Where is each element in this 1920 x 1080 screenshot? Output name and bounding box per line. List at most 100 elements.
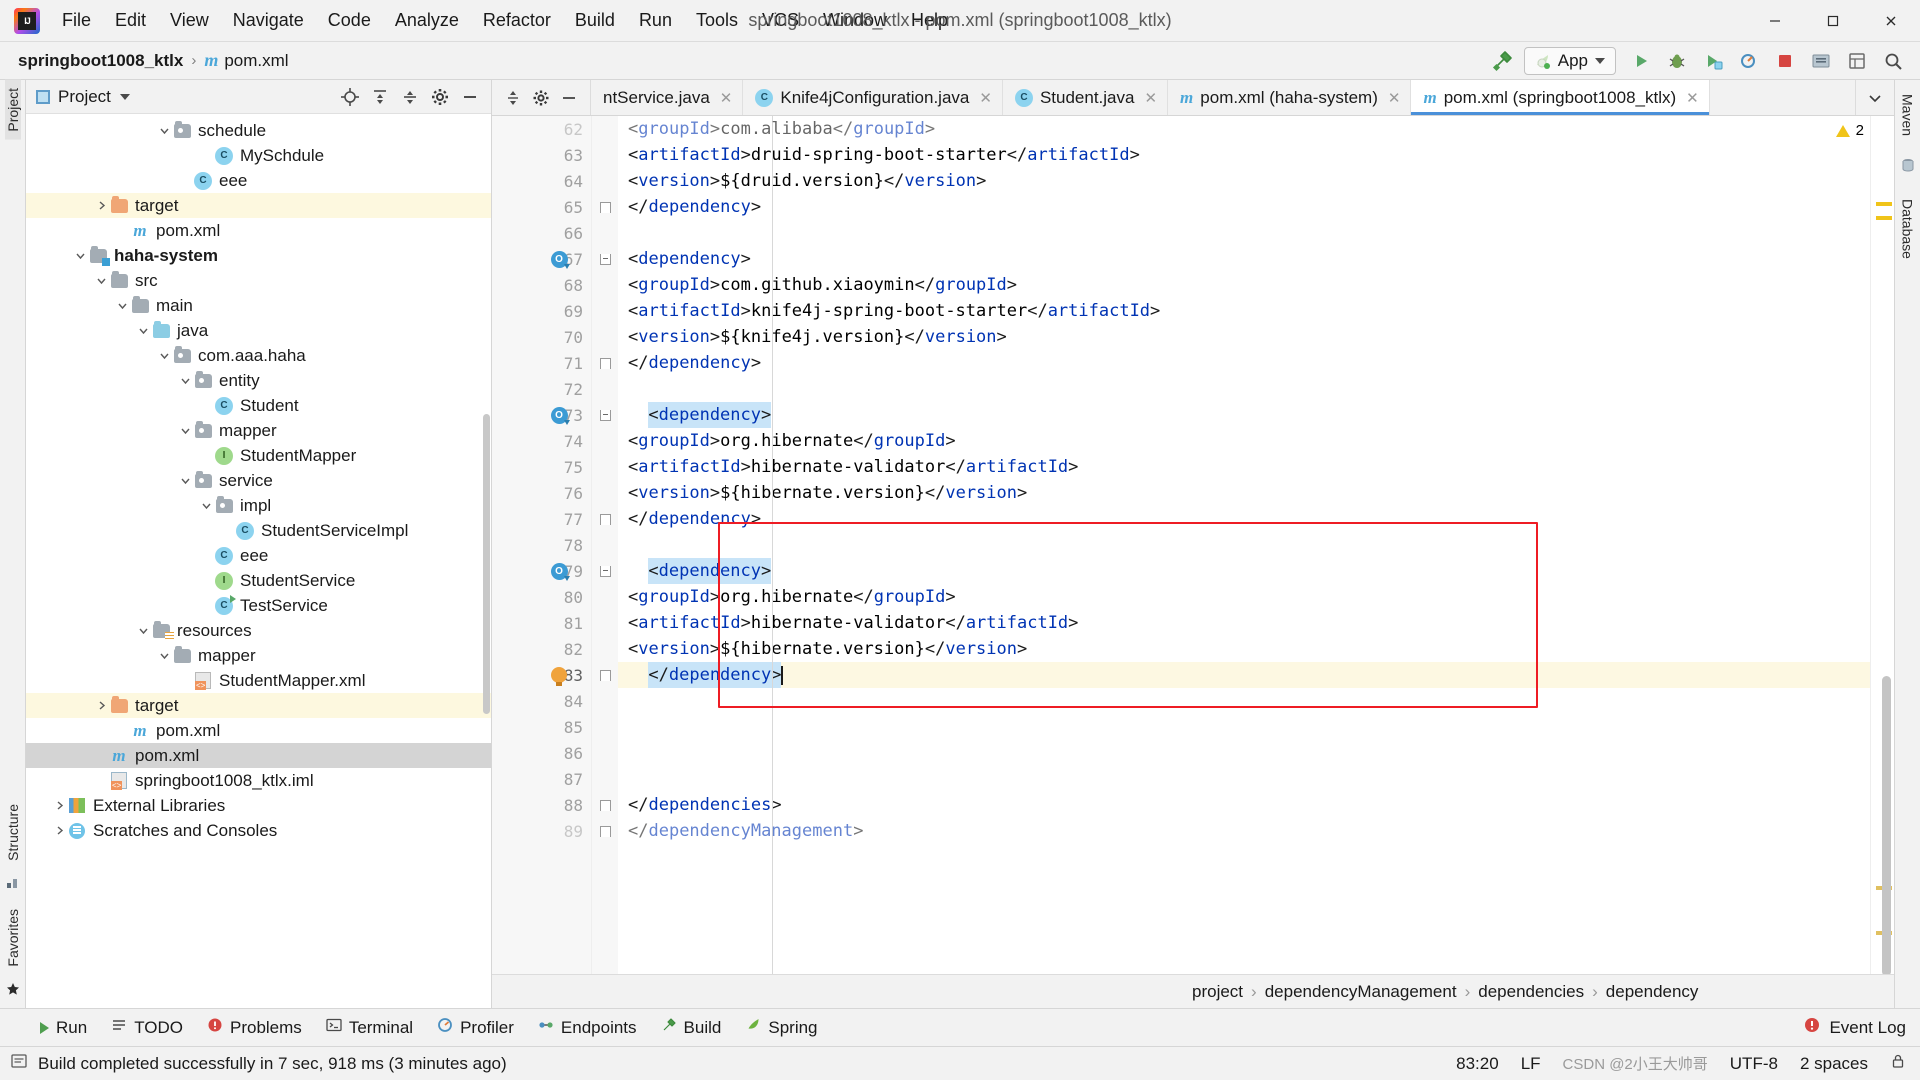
rail-button-favorites[interactable]: Favorites: [5, 901, 21, 975]
debug-icon[interactable]: [1662, 47, 1692, 75]
code-line[interactable]: [618, 766, 1870, 792]
fold-marker[interactable]: [592, 402, 618, 428]
rail-button-maven[interactable]: Maven: [1900, 86, 1916, 144]
close-tab-icon[interactable]: ✕: [979, 89, 992, 107]
code-line[interactable]: < groupId > com.alibaba </groupId >: [618, 116, 1870, 142]
tree-item-eee[interactable]: Ceee: [26, 543, 491, 568]
fold-marker[interactable]: [592, 116, 618, 142]
close-tab-icon[interactable]: ✕: [1388, 89, 1401, 107]
file-encoding[interactable]: UTF-8: [1730, 1054, 1778, 1074]
error-stripe-column[interactable]: 2: [1835, 116, 1894, 974]
editor-tab-ntservice-java[interactable]: ntService.java ✕: [591, 80, 744, 115]
breadcrumb-item-dependency[interactable]: dependency: [1606, 982, 1699, 1002]
chevron-down-icon[interactable]: [156, 125, 172, 136]
editor-area[interactable]: 62 63 64 65 66 67 O 68 69 70 71 72 73 O 74 75 76 77 78 79 O 8…: [492, 116, 1894, 974]
code-line[interactable]: < version > ${knife4j.version} </version >: [618, 324, 1870, 350]
tab-list-chevron-down-icon[interactable]: [1862, 85, 1888, 111]
project-file-tree[interactable]: schedule C MySchdule Ceee target m pom.xml haha…: [26, 114, 491, 1008]
tree-item-mapper[interactable]: mapper: [26, 418, 491, 443]
chevron-down-icon[interactable]: [135, 625, 151, 636]
tree-item-haha-system[interactable]: haha-system: [26, 243, 491, 268]
chevron-down-icon[interactable]: [156, 350, 172, 361]
fold-marker[interactable]: [592, 480, 618, 506]
chevron-down-icon[interactable]: [177, 375, 193, 386]
minimize-button[interactable]: [1746, 0, 1804, 41]
menu-edit[interactable]: Edit: [103, 0, 158, 41]
chevron-down-icon[interactable]: [93, 275, 109, 286]
menu-code[interactable]: Code: [316, 0, 383, 41]
expand-all-icon[interactable]: [367, 84, 393, 110]
tree-item-target[interactable]: target: [26, 693, 491, 718]
menu-refactor[interactable]: Refactor: [471, 0, 563, 41]
tree-item-mapper[interactable]: mapper: [26, 643, 491, 668]
tree-scrollbar[interactable]: [483, 414, 490, 714]
breadcrumb-item-dependencyManagement[interactable]: dependencyManagement: [1265, 982, 1457, 1002]
editor-tab-pom-xml-haha-system-[interactable]: m pom.xml (haha-system) ✕: [1168, 80, 1412, 115]
locate-icon[interactable]: [337, 84, 363, 110]
fold-marker[interactable]: [592, 792, 618, 818]
tool-button-todo[interactable]: TODO: [101, 1014, 193, 1041]
tree-item-src[interactable]: src: [26, 268, 491, 293]
code-line[interactable]: < artifactId > hibernate-validator </artifac…: [618, 610, 1870, 636]
fold-marker[interactable]: [592, 688, 618, 714]
breadcrumb-item-dependencies[interactable]: dependencies: [1478, 982, 1584, 1002]
tree-item-studentservice[interactable]: I StudentService: [26, 568, 491, 593]
tree-item-scratches-and-consoles[interactable]: Scratches and Consoles: [26, 818, 491, 843]
code-line[interactable]: <dependency>: [618, 558, 1870, 584]
tree-item-pom-xml[interactable]: m pom.xml: [26, 218, 491, 243]
fold-marker[interactable]: [592, 584, 618, 610]
code-line[interactable]: <dependency>: [618, 402, 1870, 428]
close-tab-icon[interactable]: ✕: [1144, 89, 1157, 107]
run-with-coverage-icon[interactable]: [1698, 47, 1728, 75]
editor-tab-pom-xml-springboot1008-ktlx-[interactable]: m pom.xml (springboot1008_ktlx) ✕: [1411, 80, 1710, 115]
tree-item-studentmapper-xml[interactable]: StudentMapper.xml: [26, 668, 491, 693]
menu-build[interactable]: Build: [563, 0, 627, 41]
code-line[interactable]: </dependency>: [618, 350, 1870, 376]
code-line[interactable]: </dependencies >: [618, 792, 1870, 818]
code-folding-column[interactable]: [592, 116, 618, 974]
fold-marker[interactable]: [592, 818, 618, 844]
code-line[interactable]: <dependency>: [618, 246, 1870, 272]
fold-marker[interactable]: [592, 324, 618, 350]
tree-item-springboot1008-ktlx-iml[interactable]: springboot1008_ktlx.iml: [26, 768, 491, 793]
fold-marker[interactable]: [592, 766, 618, 792]
editor-settings-gear-icon[interactable]: [528, 85, 554, 111]
indent-setting[interactable]: 2 spaces: [1800, 1054, 1868, 1074]
rail-button-structure[interactable]: Structure: [5, 796, 21, 869]
code-line[interactable]: </dependency>: [618, 194, 1870, 220]
maximize-button[interactable]: [1804, 0, 1862, 41]
override-icon[interactable]: O: [548, 558, 570, 584]
fold-marker[interactable]: [592, 168, 618, 194]
fold-marker[interactable]: [592, 298, 618, 324]
tree-item-service[interactable]: service: [26, 468, 491, 493]
code-line[interactable]: < version > ${druid.version} </version >: [618, 168, 1870, 194]
code-line[interactable]: </dependency>: [618, 506, 1870, 532]
run-icon[interactable]: [1626, 47, 1656, 75]
code-line[interactable]: < version > ${hibernate.version} </version >: [618, 636, 1870, 662]
editor-tab-student-java[interactable]: C Student.java ✕: [1002, 80, 1169, 115]
close-tab-icon[interactable]: ✕: [720, 89, 733, 107]
override-icon[interactable]: O: [548, 402, 570, 428]
tree-item-myschdule[interactable]: C MySchdule: [26, 143, 491, 168]
tool-button-build[interactable]: Build: [651, 1014, 732, 1041]
fold-marker[interactable]: [592, 740, 618, 766]
editor-tabs[interactable]: ntService.java ✕ C Knife4jConfiguration.jav…: [591, 80, 1855, 115]
tool-button-spring[interactable]: Spring: [735, 1014, 827, 1041]
tree-item-studentserviceimpl[interactable]: C StudentServiceImpl: [26, 518, 491, 543]
fold-marker[interactable]: [592, 662, 618, 688]
chevron-down-icon[interactable]: [198, 500, 214, 511]
fold-marker[interactable]: [592, 220, 618, 246]
code-line[interactable]: < artifactId > druid-spring-boot-starter </a…: [618, 142, 1870, 168]
code-line[interactable]: </dependency>: [618, 662, 1870, 688]
stop-icon[interactable]: [1770, 47, 1800, 75]
breadcrumb-project[interactable]: springboot1008_ktlx: [18, 51, 183, 71]
tool-button-run[interactable]: Run: [30, 1015, 97, 1041]
tool-button-profiler[interactable]: Profiler: [427, 1014, 524, 1041]
rail-button-project[interactable]: Project: [4, 80, 21, 140]
tool-button-endpoints[interactable]: Endpoints: [528, 1014, 647, 1041]
tree-item-resources[interactable]: resources: [26, 618, 491, 643]
hide-panel-icon[interactable]: [457, 84, 483, 110]
menu-tools[interactable]: Tools: [684, 0, 750, 41]
tree-item-pom-xml[interactable]: m pom.xml: [26, 743, 491, 768]
fold-marker[interactable]: [592, 246, 618, 272]
